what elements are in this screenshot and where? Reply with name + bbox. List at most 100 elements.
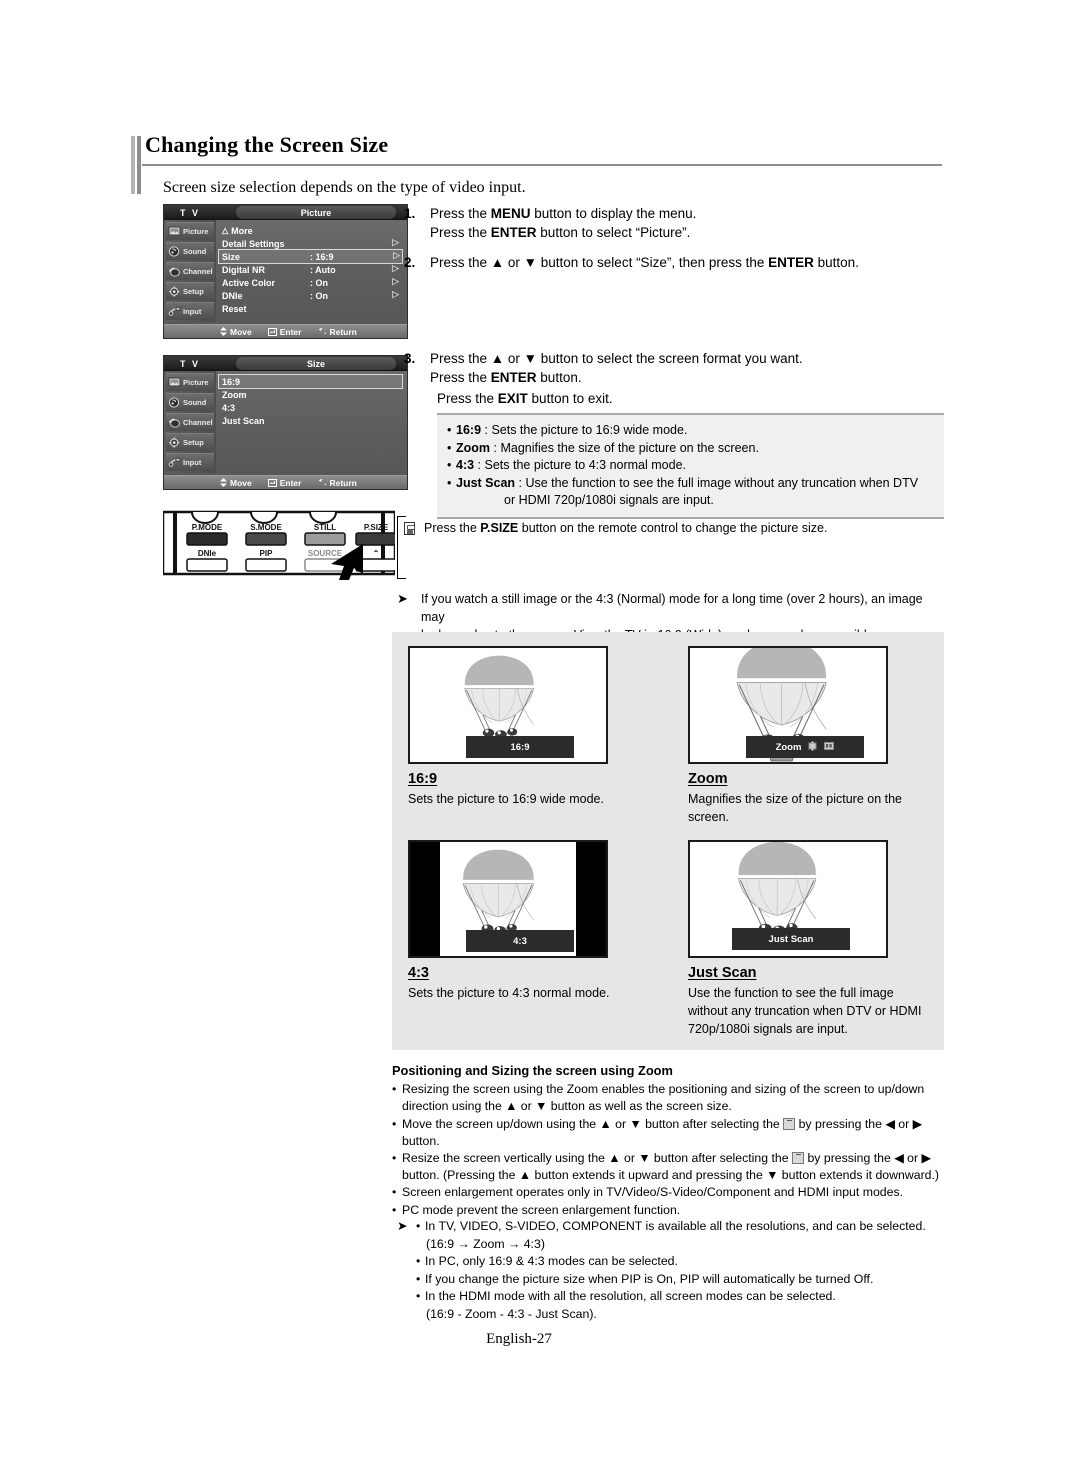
format-heading-zoom: Zoom xyxy=(688,771,728,787)
zoom-positioning-notes: Positioning and Sizing the screen using … xyxy=(392,1062,944,1219)
format-heading-43: 4:3 xyxy=(408,965,429,981)
resolution-note-text: In TV, VIDEO, S-VIDEO, COMPONENT is avai… xyxy=(425,1219,926,1233)
osd-sidebar-item-channel[interactable]: Channel xyxy=(166,413,214,431)
remote-key-label: P.MODE xyxy=(192,523,223,532)
osd-menu-rows: △ More Detail Settings ▷ Size: 16:9 ▷ Digital … xyxy=(216,220,407,322)
instruction-step: 2. Press the ▲ or ▼ button to select “Siz… xyxy=(404,253,949,272)
exit-instruction: Press the EXIT button to exit. xyxy=(437,391,613,406)
positioning-bullet: • PC mode prevent the screen enlargement … xyxy=(392,1202,944,1219)
size-icon xyxy=(792,1152,805,1165)
hint-move: Move xyxy=(220,478,252,488)
size-icon xyxy=(824,741,835,753)
manual-note-icon xyxy=(404,522,415,535)
step-number: 1. xyxy=(404,206,416,221)
osd-format-label: Zoom xyxy=(775,741,802,753)
osd-row-label: Reset xyxy=(222,303,247,314)
picture-icon xyxy=(168,226,181,238)
bullet-icon: • xyxy=(392,1082,397,1097)
osd-sidebar-item-setup[interactable]: Setup xyxy=(166,282,214,300)
sound-icon xyxy=(168,396,181,409)
definition-text: 4:3 : Sets the picture to 4:3 normal mod… xyxy=(456,458,686,472)
osd-tab-title: Picture xyxy=(236,206,396,219)
osd-row-label: Size xyxy=(222,251,241,262)
osd-row-dnie[interactable]: DNIe: On ▷ xyxy=(222,289,401,302)
osd-sidebar-item-picture[interactable]: Picture xyxy=(166,222,214,240)
osd-sidebar-item-input[interactable]: Input xyxy=(166,302,214,320)
note-line: If you watch a still image or the 4:3 (N… xyxy=(421,592,923,624)
definition-term: Just Scan xyxy=(456,475,516,490)
resolution-note-continuation: (16:9 - Zoom - 4:3 - Just Scan). xyxy=(426,1306,597,1321)
osd-tab-title: Size xyxy=(236,357,396,370)
format-description-zoom: Magnifies the size of the picture on the… xyxy=(688,792,903,824)
definition-text: 16:9 : Sets the picture to 16:9 wide mod… xyxy=(456,423,688,437)
osd-format-banner-43: 4:3 xyxy=(466,930,574,952)
bullet-text: Resize the screen vertically using the ▲… xyxy=(402,1151,940,1183)
resolution-note-continuation: (16:9 → Zoom → 4:3) xyxy=(426,1236,545,1251)
osd-sidebar-item-picture[interactable]: Picture xyxy=(166,373,214,391)
osd-titlebar: T V Picture xyxy=(164,205,407,220)
osd-sidebar-item-setup[interactable]: Setup xyxy=(166,433,214,451)
bullet-icon: • xyxy=(447,423,452,437)
hint-move: Move xyxy=(220,327,252,337)
positioning-bullet: • Move the screen up/down using the ▲ or … xyxy=(392,1116,944,1150)
page-footer: English-27 xyxy=(0,1331,1080,1348)
osd-sidebar-item-label: Channel xyxy=(183,418,213,427)
title-accent-bars xyxy=(131,136,144,194)
osd-titlebar: T V Size xyxy=(164,356,407,371)
osd-sidebar-item-channel[interactable]: Channel xyxy=(166,262,214,280)
osd-row-detail-settings[interactable]: Detail Settings ▷ xyxy=(222,237,401,250)
osd-sidebar-item-label: Input xyxy=(183,307,202,316)
hint-return: Return xyxy=(317,327,357,337)
osd-sidebar-item-label: Picture xyxy=(183,378,209,387)
osd-row-active-color[interactable]: Active Color: On ▷ xyxy=(222,276,401,289)
osd-row-size[interactable]: Size: 16:9 ▷ xyxy=(218,249,403,264)
screen-format-examples: 16:9 16:9 Sets the picture to 16:9 wide mo… xyxy=(392,632,944,1050)
remote-key-label: PIP xyxy=(260,549,274,558)
osd-sidebar-item-label: Sound xyxy=(183,247,207,256)
osd-row-zoom[interactable]: Zoom xyxy=(222,388,401,401)
resolution-note-text: In the HDMI mode with all the resolution… xyxy=(425,1289,836,1303)
osd-row-more[interactable]: △ More xyxy=(222,224,401,237)
definition-term: 4:3 xyxy=(456,458,475,472)
channel-icon xyxy=(168,266,181,278)
updown-arrow-icon xyxy=(220,478,227,487)
step-text: Press the ▲ or ▼ button to select the sc… xyxy=(430,351,803,385)
input-icon xyxy=(168,457,181,469)
osd-sidebar-item-sound[interactable]: Sound xyxy=(166,393,214,411)
osd-row-16-9[interactable]: 16:9 xyxy=(218,374,403,389)
zoom-positioning-heading: Positioning and Sizing the screen using … xyxy=(392,1063,673,1078)
positioning-bullet: • Screen enlargement operates only in TV/… xyxy=(392,1184,944,1201)
zoom-positioning-bullets: • Resizing the screen using the Zoom enab… xyxy=(392,1081,944,1219)
remote-control-svg: P.MODE S.MODE STILL P.SIZE DNIe PIP SOURCE ⌃ xyxy=(161,510,397,580)
osd-tv-label: T V xyxy=(179,358,200,369)
osd-row-label: More xyxy=(231,225,253,236)
bullet-text: PC mode prevent the screen enlargement f… xyxy=(402,1202,681,1217)
osd-row-arrow-icon: ▷ xyxy=(392,289,399,299)
bullet-text: Move the screen up/down using the ▲ or ▼… xyxy=(402,1116,923,1148)
definition-item: • Just Scan : Use the function to see the… xyxy=(447,475,934,493)
bullet-icon: • xyxy=(447,475,452,490)
osd-footer-hints: Move Enter Return xyxy=(164,324,407,338)
format-example-zoom: Zoom Zoom Magnifies the size of the pictur… xyxy=(688,646,928,826)
bullet-icon: • xyxy=(416,1254,421,1268)
osd-row-value: : Auto xyxy=(310,264,336,275)
format-example-justscan: Just Scan Just Scan Use the function to se… xyxy=(688,840,928,1038)
tv-screen-preview-justscan: Just Scan xyxy=(688,840,888,958)
setup-icon xyxy=(168,286,181,298)
positioning-bullet: • Resize the screen vertically using the … xyxy=(392,1150,944,1184)
note-psize-text: Press the P.SIZE button on the remote co… xyxy=(424,521,828,535)
osd-row-4-3[interactable]: 4:3 xyxy=(222,401,401,414)
resolution-note: • In TV, VIDEO, S-VIDEO, COMPONENT is ava… xyxy=(416,1218,926,1236)
resolution-note: • If you change the picture size when PIP… xyxy=(416,1271,926,1289)
osd-sidebar-item-input[interactable]: Input xyxy=(166,453,214,471)
resolution-note: • In the HDMI mode with all the resolutio… xyxy=(416,1288,926,1306)
osd-row-just-scan[interactable]: Just Scan xyxy=(222,414,401,427)
osd-row-label: 16:9 xyxy=(222,376,241,387)
osd-row-reset[interactable]: Reset xyxy=(222,302,401,315)
osd-row-digital-nr[interactable]: Digital NR: Auto ▷ xyxy=(222,263,401,276)
instruction-step: 1. Press the MENU button to display the m… xyxy=(404,204,949,242)
bullet-text: Resizing the screen using the Zoom enabl… xyxy=(402,1082,925,1114)
setup-icon xyxy=(168,437,181,449)
osd-sidebar-item-sound[interactable]: Sound xyxy=(166,242,214,260)
format-description-justscan: Use the function to see the full image w… xyxy=(688,986,922,1036)
